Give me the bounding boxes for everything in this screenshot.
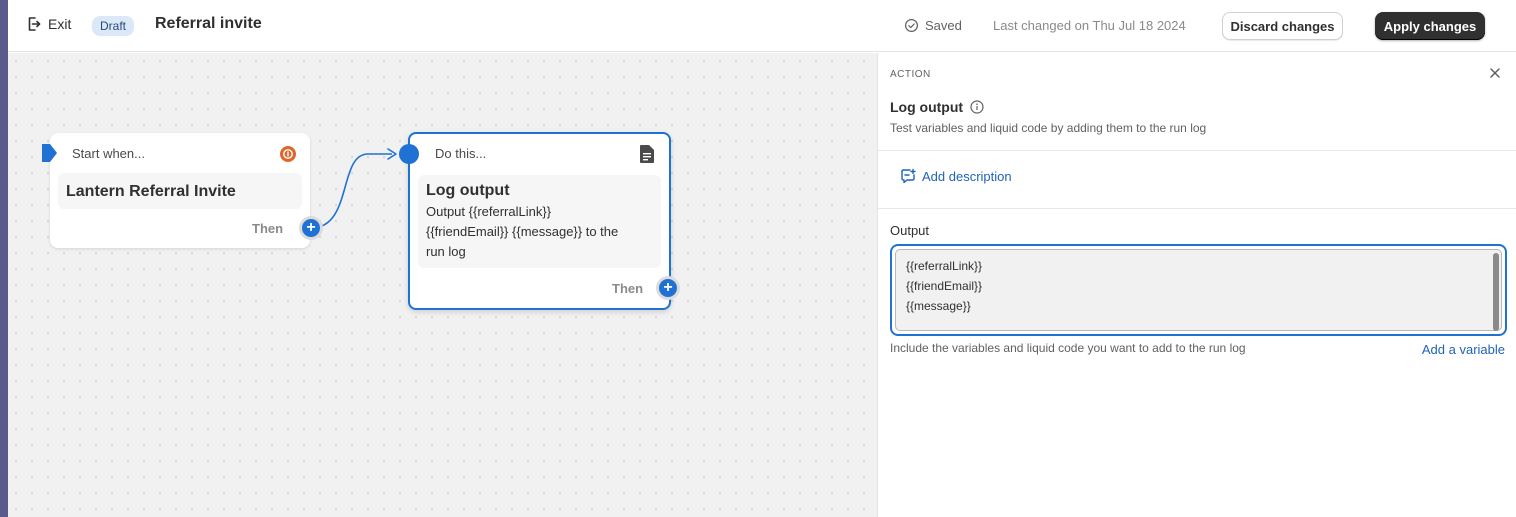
action-panel: ACTION Log output Test variables and liq… xyxy=(877,53,1516,517)
status-badge: Draft xyxy=(92,16,135,36)
divider xyxy=(878,208,1516,209)
action-node-title: Log output xyxy=(426,182,510,199)
add-description-label: Add description xyxy=(922,168,1012,184)
trigger-node-then-label: Then xyxy=(252,221,284,236)
top-bar: Exit Draft Referral invite Saved Last ch… xyxy=(8,0,1516,52)
trigger-node-body: Lantern Referral Invite xyxy=(58,173,302,209)
comment-add-icon xyxy=(901,168,916,184)
panel-subtitle: Test variables and liquid code by adding… xyxy=(890,121,1207,135)
exit-icon xyxy=(28,17,41,31)
workflow-canvas[interactable]: Start when... Lantern Referral Invite Th… xyxy=(8,53,877,517)
app-badge-icon xyxy=(280,146,296,162)
panel-title-text: Log output xyxy=(890,99,964,115)
action-node[interactable]: Do this... Log output Output {{referralL… xyxy=(399,132,680,310)
node-input-connector xyxy=(399,144,419,164)
description-line: run log xyxy=(426,244,466,259)
saved-label: Saved xyxy=(925,18,962,33)
divider xyxy=(878,150,1516,151)
output-label: Output xyxy=(890,223,930,238)
close-icon[interactable] xyxy=(1488,66,1502,80)
add-variable-link[interactable]: Add a variable xyxy=(1422,342,1505,357)
page-title: Referral invite xyxy=(155,15,262,32)
output-line: {{friendEmail}} xyxy=(906,279,983,293)
output-field[interactable]: {{referralLink}} {{friendEmail}} {{messa… xyxy=(890,244,1507,336)
action-node-then-label: Then xyxy=(612,281,644,296)
document-icon xyxy=(640,145,654,163)
description-line: Output {{referralLink}} xyxy=(426,204,552,219)
plus-icon: + xyxy=(659,279,677,297)
plus-icon: + xyxy=(302,219,320,237)
left-edge-strip xyxy=(0,0,8,517)
last-changed-text: Last changed on Thu Jul 18 2024 xyxy=(993,18,1186,33)
trigger-node[interactable]: Start when... Lantern Referral Invite Th… xyxy=(42,133,323,248)
output-line: {{referralLink}} xyxy=(906,259,983,273)
action-node-header: Do this... xyxy=(435,146,487,161)
action-node-body: Log output Output {{referralLink}} {{fri… xyxy=(418,175,661,268)
panel-title: Log output xyxy=(890,99,984,115)
info-icon[interactable] xyxy=(970,100,984,114)
output-line: {{message}} xyxy=(906,299,971,313)
apply-changes-button[interactable]: Apply changes xyxy=(1375,12,1485,40)
add-description-button[interactable]: Add description xyxy=(900,168,1012,184)
panel-section-label: ACTION xyxy=(890,69,931,80)
check-circle-icon xyxy=(904,18,919,33)
add-step-button[interactable]: + xyxy=(299,216,323,240)
add-step-button[interactable]: + xyxy=(656,276,680,300)
trigger-node-title: Lantern Referral Invite xyxy=(66,183,236,200)
trigger-node-header: Start when... xyxy=(72,146,145,161)
output-textarea[interactable]: {{referralLink}} {{friendEmail}} {{messa… xyxy=(895,249,1502,331)
exit-button[interactable]: Exit xyxy=(26,16,71,32)
description-line: {{friendEmail}} {{message}} to the xyxy=(426,224,619,239)
exit-label: Exit xyxy=(48,16,72,32)
trigger-flag-icon xyxy=(42,144,57,162)
saved-status: Saved xyxy=(904,18,962,33)
output-scrollbar[interactable] xyxy=(1493,253,1499,331)
action-node-description: Output {{referralLink}} {{friendEmail}} … xyxy=(426,202,653,262)
discard-changes-button[interactable]: Discard changes xyxy=(1222,12,1343,40)
output-help-text: Include the variables and liquid code yo… xyxy=(890,341,1246,355)
